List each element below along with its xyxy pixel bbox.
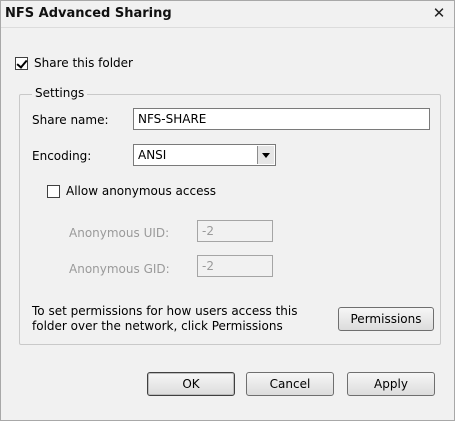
ok-button[interactable]: OK <box>147 372 235 396</box>
anonymous-gid-label: Anonymous GID: <box>69 262 170 276</box>
anonymous-access-label: Allow anonymous access <box>66 184 216 198</box>
anonymous-access-option[interactable]: Allow anonymous access <box>47 184 216 198</box>
window-title: NFS Advanced Sharing <box>5 6 172 21</box>
share-name-label: Share name: <box>32 113 109 127</box>
encoding-label: Encoding: <box>32 149 92 163</box>
settings-legend: Settings <box>32 86 88 100</box>
anonymous-uid-label: Anonymous UID: <box>69 226 170 240</box>
close-icon[interactable]: ✕ <box>430 4 448 22</box>
anonymous-access-checkbox[interactable] <box>47 184 60 198</box>
title-bar: NFS Advanced Sharing ✕ <box>1 1 454 28</box>
share-folder-option[interactable]: Share this folder <box>15 56 133 70</box>
share-folder-checkbox[interactable] <box>15 56 28 70</box>
encoding-value: ANSI <box>138 148 167 162</box>
encoding-select[interactable]: ANSI <box>133 144 276 166</box>
share-folder-label: Share this folder <box>34 56 133 70</box>
anonymous-gid-input[interactable] <box>197 255 273 277</box>
cancel-button[interactable]: Cancel <box>246 372 334 396</box>
apply-button[interactable]: Apply <box>347 372 435 396</box>
permissions-button[interactable]: Permissions <box>338 307 434 331</box>
share-name-input[interactable] <box>133 108 430 130</box>
anonymous-uid-input[interactable] <box>197 220 273 242</box>
chevron-down-icon[interactable] <box>257 146 274 164</box>
permissions-text-line-1: To set permissions for how users access … <box>32 304 298 318</box>
permissions-text-line-2: folder over the network, click Permissio… <box>32 319 283 333</box>
nfs-advanced-sharing-dialog: NFS Advanced Sharing ✕ Share this folder… <box>0 0 455 421</box>
